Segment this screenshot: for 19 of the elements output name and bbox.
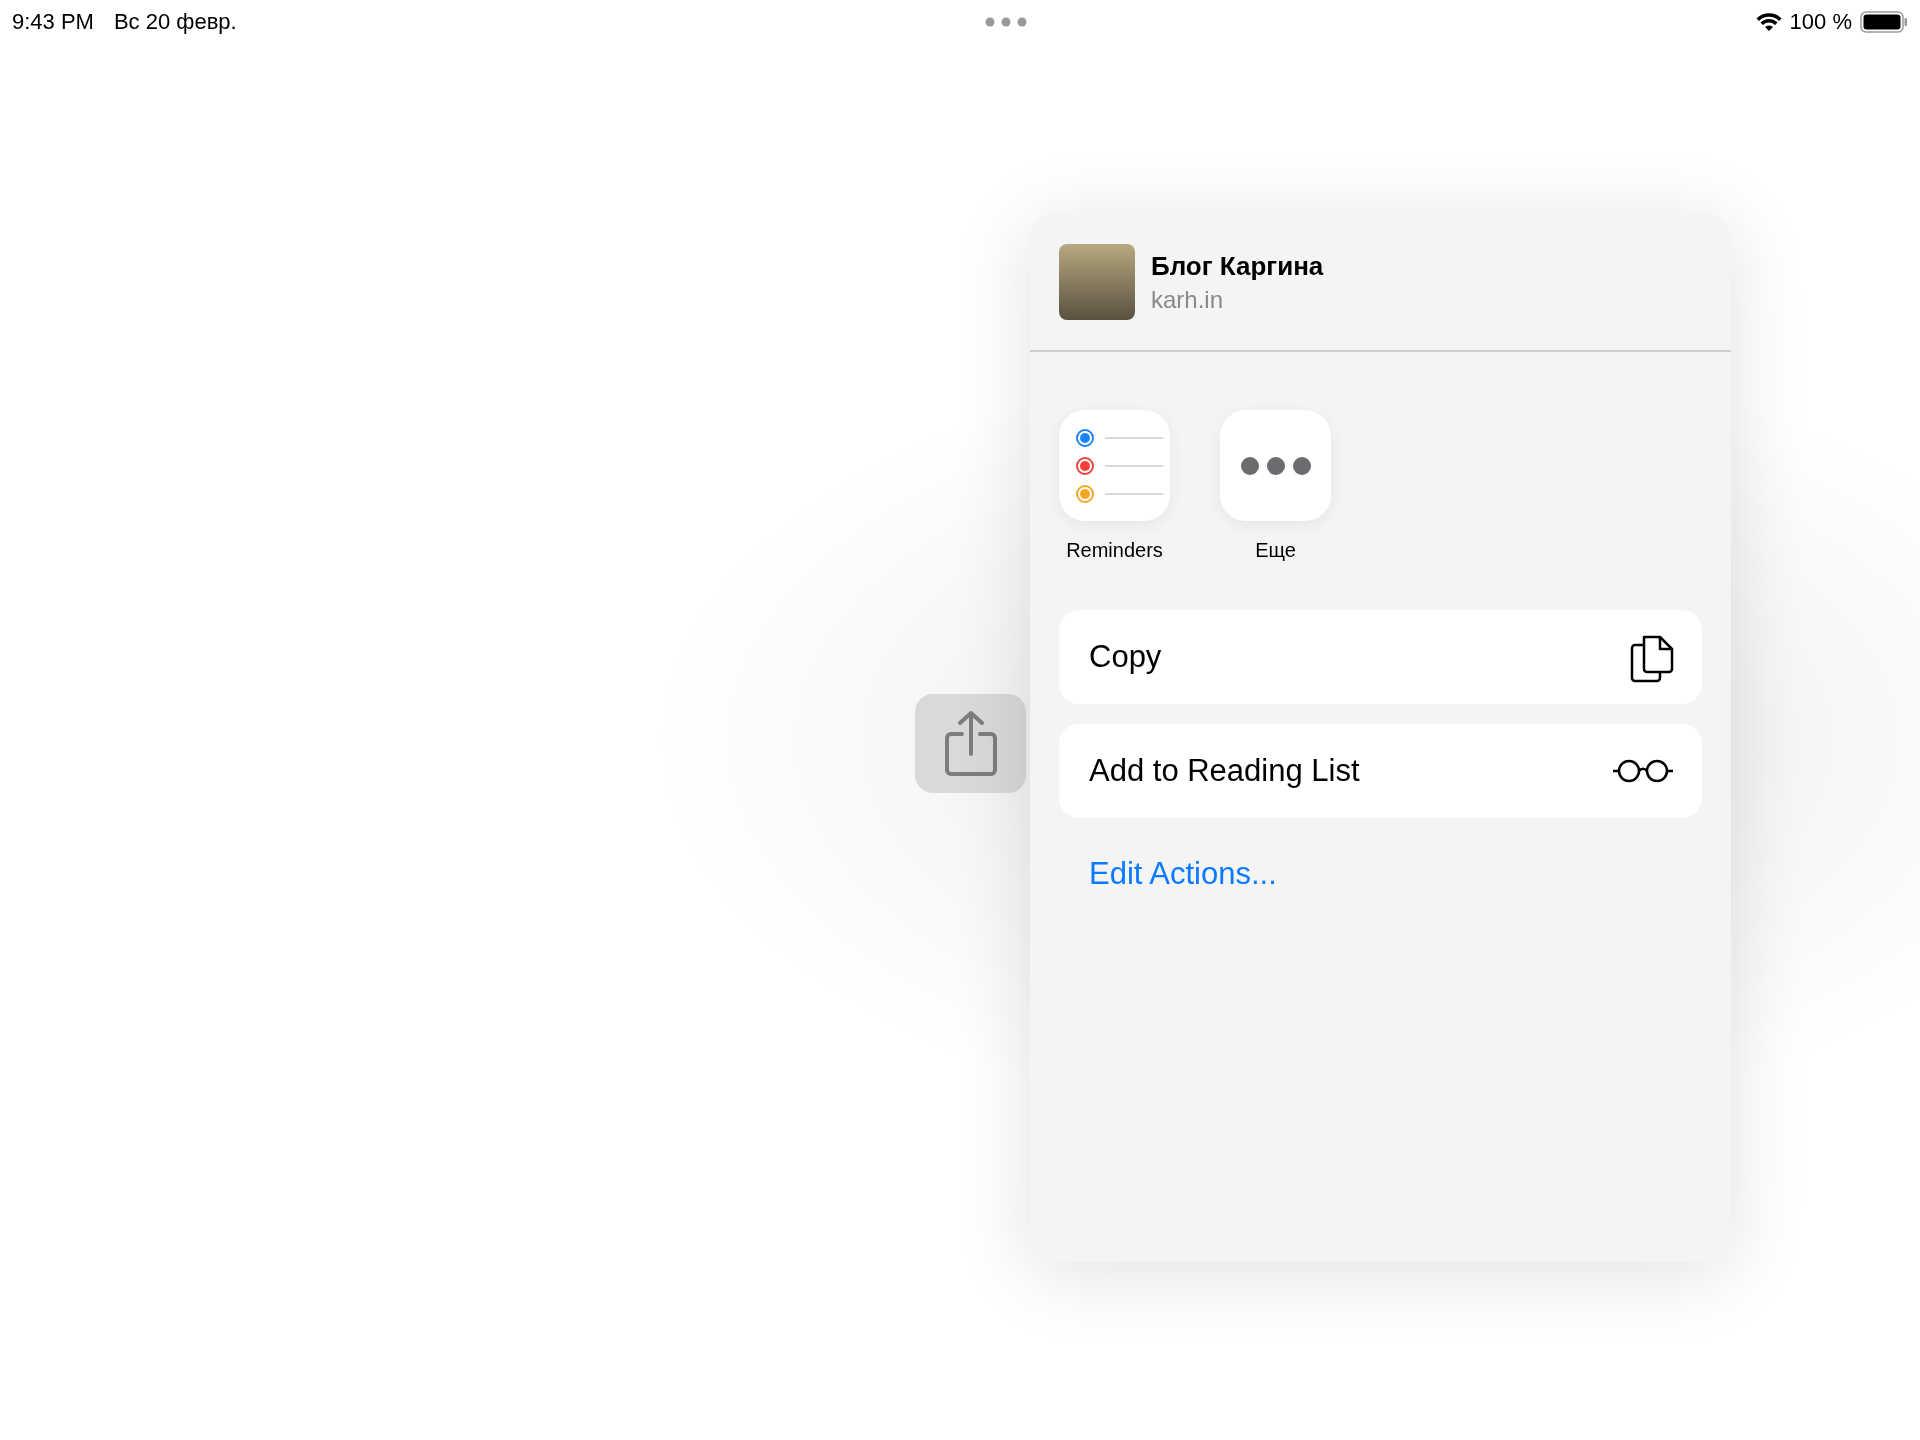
site-title: Блог Каргина [1151,250,1324,282]
status-time: 9:43 PM [12,9,94,35]
edit-actions-link[interactable]: Edit Actions... [1089,856,1277,892]
status-date: Вс 20 февр. [113,9,237,35]
app-share-button[interactable] [1059,410,1170,521]
share-button[interactable] [915,694,1026,793]
app-label: Reminders [1066,539,1163,562]
site-url: karh.in [1151,285,1225,314]
wifi-icon [1755,12,1782,32]
share-icon [942,709,999,778]
battery-icon [1860,11,1908,33]
action-row[interactable]: Copy [1059,610,1702,704]
multitasking-dots-icon[interactable] [985,17,1028,27]
app-label: Еще [1255,539,1296,562]
action-row[interactable]: Add to Reading List [1059,724,1702,818]
battery-percentage: 100 % [1789,9,1852,35]
glasses-icon [1612,758,1674,784]
more-icon [1239,455,1312,476]
app-share-button[interactable] [1220,410,1331,521]
